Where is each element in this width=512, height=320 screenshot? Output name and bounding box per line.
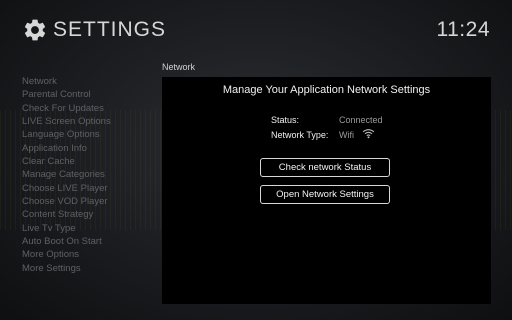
menu-item-more-options[interactable]: More Options — [22, 248, 111, 261]
status-value: Connected — [339, 115, 383, 125]
settings-menu: Network Parental Control Check For Updat… — [22, 75, 111, 275]
menu-item-more-settings[interactable]: More Settings — [22, 262, 111, 275]
menu-item-live-tv-type[interactable]: Live Tv Type — [22, 222, 111, 235]
clock: 11:24 — [436, 18, 490, 41]
open-network-settings-button[interactable]: Open Network Settings — [260, 185, 390, 204]
menu-item-content-strategy[interactable]: Content Strategy — [22, 208, 111, 221]
network-settings-panel: Manage Your Application Network Settings… — [162, 77, 491, 304]
menu-item-application-info[interactable]: Application Info — [22, 142, 111, 155]
menu-item-language-options[interactable]: Language Options — [22, 128, 111, 141]
menu-item-manage-categories[interactable]: Manage Categories — [22, 168, 111, 181]
panel-title: Manage Your Application Network Settings — [222, 84, 431, 96]
section-label: Network — [162, 62, 196, 72]
menu-item-check-for-updates[interactable]: Check For Updates — [22, 102, 111, 115]
network-type-label: Network Type: — [271, 130, 329, 140]
menu-item-choose-vod-player[interactable]: Choose VOD Player — [22, 195, 111, 208]
header-logo: SETTINGS — [22, 16, 166, 44]
menu-item-live-screen-options[interactable]: LIVE Screen Options — [22, 115, 111, 128]
check-network-status-button[interactable]: Check network Status — [260, 158, 390, 177]
menu-item-choose-live-player[interactable]: Choose LIVE Player — [22, 182, 111, 195]
page-title: SETTINGS — [53, 18, 167, 41]
menu-item-network[interactable]: Network — [22, 75, 111, 88]
status-label: Status: — [271, 115, 300, 125]
network-type-value: Wifi — [339, 130, 354, 140]
menu-item-auto-boot-on-start[interactable]: Auto Boot On Start — [22, 235, 111, 248]
wifi-icon — [362, 129, 375, 139]
gear-icon — [24, 19, 46, 41]
menu-item-clear-cache[interactable]: Clear Cache — [22, 155, 111, 168]
menu-item-parental-control[interactable]: Parental Control — [22, 88, 111, 101]
